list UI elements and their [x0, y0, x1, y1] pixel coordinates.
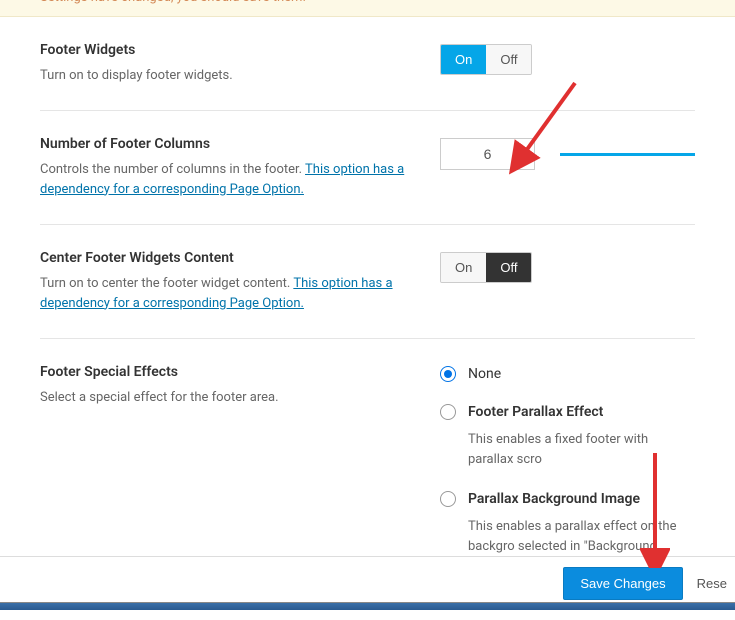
- radio-label: Parallax Background Image: [468, 491, 640, 507]
- special-effects-radio-group: None Footer Parallax Effect This enables…: [440, 366, 695, 576]
- desc-text: Turn on to center the footer widget cont…: [40, 276, 293, 291]
- footer-columns-slider[interactable]: [560, 153, 695, 156]
- radio-label: None: [468, 366, 501, 382]
- radio-item-parallax-effect: Footer Parallax Effect This enables a fi…: [440, 404, 695, 469]
- radio-item-none: None: [440, 366, 695, 382]
- settings-changed-notice: Settings have changed, you should save t…: [0, 0, 735, 17]
- option-footer-widgets: Footer Widgets Turn on to display footer…: [40, 17, 695, 112]
- option-center-footer: Center Footer Widgets Content Turn on to…: [40, 225, 695, 339]
- option-description: Controls the number of columns in the fo…: [40, 160, 420, 199]
- reset-button[interactable]: Rese: [697, 576, 727, 591]
- desc-text: Controls the number of columns in the fo…: [40, 162, 305, 177]
- option-title: Footer Widgets: [40, 42, 420, 58]
- option-footer-columns: Number of Footer Columns Controls the nu…: [40, 111, 695, 225]
- option-title: Number of Footer Columns: [40, 136, 420, 152]
- options-panel: Footer Widgets Turn on to display footer…: [0, 17, 735, 601]
- option-title: Footer Special Effects: [40, 364, 420, 380]
- radio-button[interactable]: [440, 404, 456, 420]
- radio-description: This enables a fixed footer with paralla…: [468, 430, 695, 469]
- option-description: Turn on to center the footer widget cont…: [40, 274, 420, 313]
- toggle-on-button[interactable]: On: [441, 45, 486, 74]
- radio-button[interactable]: [440, 366, 456, 382]
- radio-label: Footer Parallax Effect: [468, 404, 603, 420]
- option-description: Select a special effect for the footer a…: [40, 388, 420, 408]
- toggle-off-button[interactable]: Off: [486, 253, 531, 282]
- center-footer-toggle[interactable]: On Off: [440, 252, 532, 283]
- toggle-off-button[interactable]: Off: [486, 45, 531, 74]
- footer-widgets-toggle[interactable]: On Off: [440, 44, 532, 75]
- footer-columns-input[interactable]: [440, 138, 535, 170]
- browser-chrome-bar: [0, 602, 735, 610]
- toggle-on-button[interactable]: On: [441, 253, 486, 282]
- option-description: Turn on to display footer widgets.: [40, 66, 420, 86]
- radio-button[interactable]: [440, 491, 456, 507]
- save-changes-button[interactable]: Save Changes: [563, 567, 682, 600]
- option-title: Center Footer Widgets Content: [40, 250, 420, 266]
